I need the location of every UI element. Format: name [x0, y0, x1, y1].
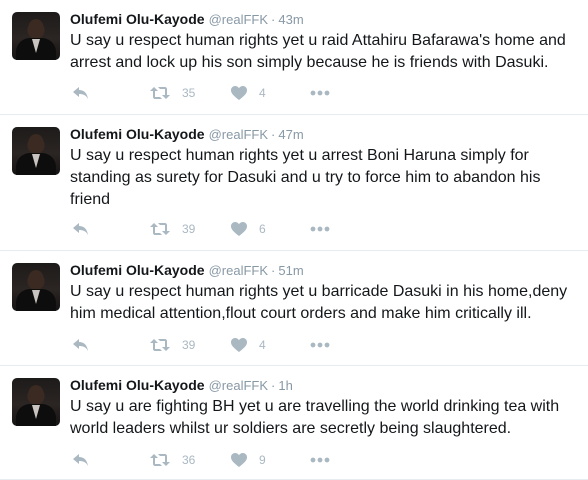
tweet[interactable]: Olufemi Olu-Kayode @realFFK · 43m U say u r…	[0, 0, 588, 115]
reply-button[interactable]	[72, 219, 90, 239]
more-dots-icon	[310, 90, 330, 96]
more-dots-icon	[310, 457, 330, 463]
reply-button[interactable]	[72, 83, 90, 103]
tweet-text: U say u respect human rights yet u barri…	[70, 283, 568, 322]
avatar-face	[28, 19, 44, 39]
tweet-text: U say u respect human rights yet u raid …	[70, 32, 566, 71]
author-handle[interactable]: @realFFK	[209, 127, 268, 142]
tweet-actions: 39 6	[70, 219, 370, 239]
avatar-face	[28, 134, 44, 154]
like-count: 4	[259, 86, 266, 100]
more-button[interactable]	[310, 450, 330, 470]
tweet-actions: 35 4	[70, 83, 370, 103]
tweet-header: Olufemi Olu-Kayode @realFFK · 43m	[70, 10, 304, 28]
tweet[interactable]: Olufemi Olu-Kayode @realFFK · 51m U say u r…	[0, 251, 588, 366]
heart-icon	[231, 222, 247, 236]
reply-button[interactable]	[72, 335, 90, 355]
reply-icon	[73, 339, 88, 351]
more-button[interactable]	[310, 335, 330, 355]
author-handle[interactable]: @realFFK	[209, 378, 268, 393]
avatar[interactable]	[12, 263, 60, 311]
author-name[interactable]: Olufemi Olu-Kayode	[70, 126, 205, 142]
tweet-header: Olufemi Olu-Kayode @realFFK · 1h	[70, 376, 293, 394]
avatar-face	[28, 385, 44, 405]
retweet-button[interactable]: 35	[150, 83, 195, 103]
like-button[interactable]: 6	[231, 219, 266, 239]
more-dots-icon	[310, 342, 330, 348]
tweet-actions: 36 9	[70, 450, 370, 470]
retweet-button[interactable]: 36	[150, 450, 195, 470]
reply-icon	[73, 454, 88, 466]
tweet-header: Olufemi Olu-Kayode @realFFK · 47m	[70, 125, 304, 143]
more-dots-icon	[310, 226, 330, 232]
retweet-count: 35	[182, 86, 196, 100]
avatar[interactable]	[12, 12, 60, 60]
more-button[interactable]	[310, 83, 330, 103]
tweet-text: U say u respect human rights yet u arres…	[70, 147, 541, 208]
tweet-timestamp[interactable]: 43m	[278, 12, 303, 27]
tweet-timestamp[interactable]: 1h	[278, 378, 292, 393]
like-count: 4	[259, 338, 266, 352]
author-name[interactable]: Olufemi Olu-Kayode	[70, 11, 205, 27]
tweet-header: Olufemi Olu-Kayode @realFFK · 51m	[70, 261, 304, 279]
separator-dot: ·	[271, 127, 276, 142]
separator-dot: ·	[271, 12, 276, 27]
heart-icon	[231, 338, 247, 352]
tweet-actions: 39 4	[70, 335, 370, 355]
reply-icon	[73, 87, 88, 99]
avatar-face	[28, 270, 44, 290]
like-button[interactable]: 9	[231, 450, 266, 470]
retweet-button[interactable]: 39	[150, 335, 195, 355]
tweet-text: U say u are fighting BH yet u are travel…	[70, 398, 560, 437]
retweet-count: 39	[182, 338, 196, 352]
tweet-timestamp[interactable]: 47m	[278, 127, 303, 142]
retweet-icon	[150, 223, 170, 235]
like-count: 6	[259, 222, 266, 236]
retweet-icon	[150, 339, 170, 351]
author-name[interactable]: Olufemi Olu-Kayode	[70, 262, 205, 278]
retweet-count: 39	[182, 222, 196, 236]
like-button[interactable]: 4	[231, 83, 266, 103]
retweet-icon	[150, 87, 170, 99]
separator-dot: ·	[271, 378, 276, 393]
heart-icon	[231, 453, 247, 467]
more-button[interactable]	[310, 219, 330, 239]
author-handle[interactable]: @realFFK	[209, 12, 268, 27]
separator-dot: ·	[271, 263, 276, 278]
reply-icon	[73, 223, 88, 235]
retweet-button[interactable]: 39	[150, 219, 195, 239]
heart-icon	[231, 86, 247, 100]
like-count: 9	[259, 453, 266, 467]
author-handle[interactable]: @realFFK	[209, 263, 268, 278]
avatar[interactable]	[12, 127, 60, 175]
tweet[interactable]: Olufemi Olu-Kayode @realFFK · 1h U say u ar…	[0, 366, 588, 480]
avatar[interactable]	[12, 378, 60, 426]
retweet-icon	[150, 454, 170, 466]
tweet-timestamp[interactable]: 51m	[278, 263, 303, 278]
retweet-count: 36	[182, 453, 196, 467]
author-name[interactable]: Olufemi Olu-Kayode	[70, 377, 205, 393]
like-button[interactable]: 4	[231, 335, 266, 355]
reply-button[interactable]	[72, 450, 90, 470]
tweet[interactable]: Olufemi Olu-Kayode @realFFK · 47m U say u r…	[0, 115, 588, 251]
